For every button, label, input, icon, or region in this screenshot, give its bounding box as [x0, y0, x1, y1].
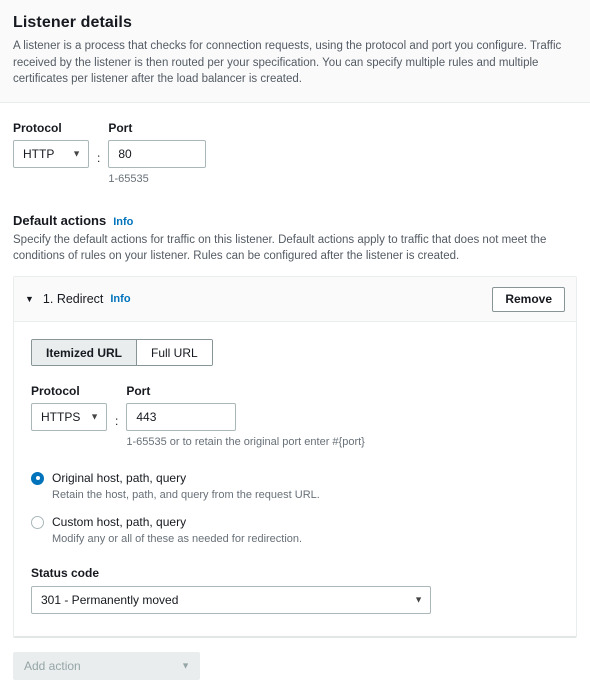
- redirect-url-options-group: Original host, path, query Retain the ho…: [31, 471, 559, 547]
- redirect-action-panel: ▼ 1. Redirect Info Remove Itemized URL F…: [13, 276, 577, 638]
- status-code-label: Status code: [31, 566, 100, 581]
- redirect-port-label: Port: [126, 384, 151, 399]
- listener-protocol-value: HTTP: [23, 147, 55, 162]
- listener-port-label: Port: [108, 121, 133, 136]
- add-action-dropdown[interactable]: Add action ▼: [13, 651, 200, 680]
- chevron-down-icon: ▼: [181, 660, 190, 671]
- redirect-protocol-port-row: Protocol HTTPS ▼ : Port 443 1-65535 or t…: [31, 384, 559, 450]
- listener-protocol-port-row: Protocol HTTP ▼ : Port 80 1-65535: [13, 121, 577, 187]
- chevron-down-icon: ▼: [72, 148, 81, 159]
- add-action-label: Add action: [24, 658, 81, 673]
- radio-custom-host-description: Modify any or all of these as needed for…: [52, 533, 303, 546]
- redirect-protocol-label: Protocol: [31, 384, 80, 399]
- listener-details-header: Listener details A listener is a process…: [0, 0, 590, 104]
- page-description: A listener is a process that checks for …: [13, 40, 562, 86]
- default-actions-title: Default actions: [13, 212, 107, 228]
- collapse-triangle-icon[interactable]: ▼: [25, 294, 34, 304]
- url-mode-segmented-control: Itemized URL Full URL: [31, 339, 213, 367]
- status-code-select[interactable]: 301 - Permanently moved ▼: [31, 585, 431, 614]
- redirect-info-link[interactable]: Info: [110, 293, 130, 305]
- radio-original-host-texts: Original host, path, query Retain the ho…: [52, 471, 320, 502]
- redirect-panel-header: ▼ 1. Redirect Info Remove: [14, 277, 576, 323]
- remove-action-button[interactable]: Remove: [492, 286, 565, 312]
- listener-port-field: Port 80 1-65535: [108, 121, 207, 187]
- radio-custom-host-texts: Custom host, path, query Modify any or a…: [52, 515, 302, 546]
- radio-option-original-host[interactable]: Original host, path, query Retain the ho…: [31, 471, 559, 502]
- redirect-panel-title: 1. Redirect: [42, 292, 104, 307]
- listener-protocol-label: Protocol: [13, 121, 62, 136]
- redirect-protocol-value: HTTPS: [41, 410, 81, 425]
- status-code-field: Status code 301 - Permanently moved ▼: [31, 566, 559, 614]
- listener-form-body: Protocol HTTP ▼ : Port 80 1-65535 Defaul…: [0, 121, 590, 638]
- redirect-port-value: 443: [136, 410, 157, 425]
- status-code-value: 301 - Permanently moved: [41, 592, 179, 607]
- default-actions-info-link[interactable]: Info: [113, 216, 133, 228]
- redirect-protocol-field: Protocol HTTPS ▼: [31, 384, 107, 432]
- redirect-panel-body: Itemized URL Full URL Protocol HTTPS ▼ :…: [14, 322, 576, 636]
- redirect-port-hint: 1-65535 or to retain the original port e…: [126, 436, 365, 449]
- listener-port-value: 80: [118, 147, 132, 162]
- default-actions-heading: Default actions Info: [13, 213, 577, 228]
- tab-itemized-url[interactable]: Itemized URL: [32, 340, 138, 366]
- listener-protocol-select[interactable]: HTTP ▼: [13, 140, 89, 169]
- radio-original-host-description: Retain the host, path, and query from th…: [52, 488, 320, 501]
- radio-original-host-mark[interactable]: [31, 471, 44, 485]
- radio-custom-host-label[interactable]: Custom host, path, query: [52, 515, 302, 530]
- redirect-protocol-select[interactable]: HTTPS ▼: [31, 403, 107, 432]
- protocol-port-separator: :: [97, 150, 101, 165]
- redirect-protocol-port-separator: :: [115, 413, 119, 428]
- radio-original-host-label[interactable]: Original host, path, query: [52, 471, 320, 486]
- default-actions-description: Specify the default actions for traffic …: [13, 233, 547, 263]
- chevron-down-icon: ▼: [414, 594, 423, 605]
- redirect-port-input[interactable]: 443: [126, 403, 237, 432]
- chevron-down-icon: ▼: [90, 411, 99, 422]
- page-title: Listener details: [13, 14, 132, 31]
- listener-port-hint: 1-65535: [108, 173, 149, 186]
- radio-option-custom-host[interactable]: Custom host, path, query Modify any or a…: [31, 515, 559, 546]
- radio-custom-host-mark[interactable]: [31, 516, 44, 530]
- listener-protocol-field: Protocol HTTP ▼: [13, 121, 89, 169]
- tab-full-url[interactable]: Full URL: [137, 340, 212, 366]
- redirect-port-field: Port 443 1-65535 or to retain the origin…: [126, 384, 365, 450]
- listener-port-input[interactable]: 80: [108, 140, 207, 169]
